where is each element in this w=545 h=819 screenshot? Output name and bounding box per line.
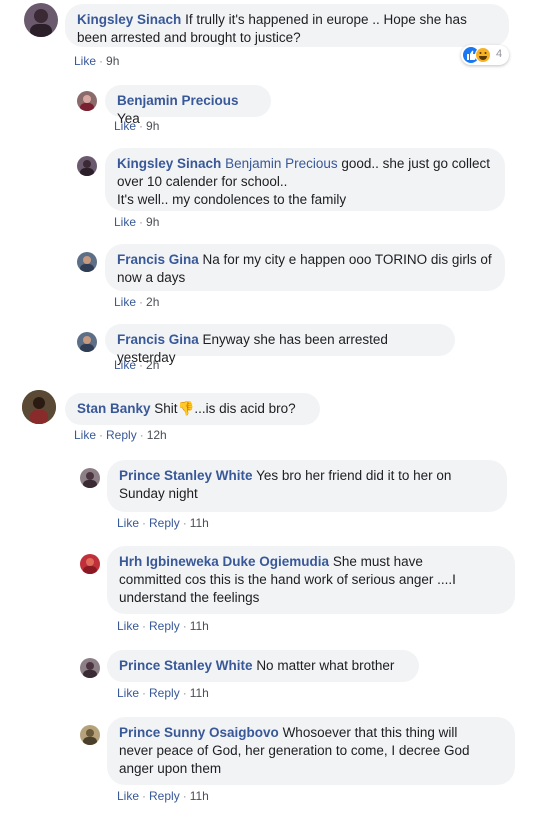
commenter-name[interactable]: Prince Sunny Osaigbovo [119, 725, 279, 740]
comment-text: over 10 calender for school.. [117, 174, 288, 189]
timestamp[interactable]: 11h [190, 516, 209, 530]
haha-icon [475, 47, 491, 63]
comment-actions: Like · Reply · 11h [117, 516, 209, 530]
comment-text: Whosoever that this thing will [282, 725, 458, 740]
avatar[interactable] [24, 3, 58, 37]
commenter-name[interactable]: Francis Gina [117, 252, 199, 267]
comment-text: committed cos this is the hand work of s… [119, 572, 456, 587]
commenter-name[interactable]: Benjamin Precious [117, 93, 239, 108]
comment-actions: Like · 9h [114, 119, 160, 133]
mention-link[interactable]: Benjamin Precious [225, 156, 338, 171]
commenter-name[interactable]: Stan Banky [77, 401, 151, 416]
avatar[interactable] [77, 91, 97, 111]
timestamp[interactable]: 12h [147, 428, 167, 442]
commenter-name[interactable]: Prince Stanley White [119, 658, 253, 673]
reply-bubble: Hrh Igbineweka Duke Ogiemudia She must h… [107, 546, 515, 614]
like-link[interactable]: Like [114, 119, 136, 133]
comment-actions: Like · Reply · 12h [74, 428, 167, 442]
reaction-summary[interactable]: 4 [461, 45, 509, 65]
timestamp[interactable]: 11h [190, 619, 209, 633]
timestamp[interactable]: 11h [190, 789, 209, 803]
comment-bubble: Kingsley Sinach If trully it's happened … [65, 4, 509, 47]
avatar[interactable] [22, 390, 56, 424]
timestamp[interactable]: 2h [146, 295, 159, 309]
like-link[interactable]: Like [74, 428, 96, 442]
comment-text: Shit [154, 401, 178, 416]
timestamp[interactable]: 9h [106, 54, 119, 68]
reply-bubble: Prince Stanley White No matter what brot… [107, 650, 419, 682]
comment-text: never peace of God, her generation to co… [119, 743, 470, 758]
like-link[interactable]: Like [114, 358, 136, 372]
comment-text: ...is dis acid bro? [194, 401, 296, 416]
comment-actions: Like · Reply · 11h [117, 619, 209, 633]
timestamp[interactable]: 9h [146, 215, 159, 229]
comment-text: She must have [332, 554, 423, 569]
commenter-name[interactable]: Prince Stanley White [119, 468, 253, 483]
avatar[interactable] [80, 468, 100, 488]
avatar[interactable] [80, 554, 100, 574]
reply-bubble: Benjamin Precious Yea [105, 85, 271, 126]
comment-text: understand the feelings [119, 590, 260, 605]
comment-bubble: Stan Banky Shit👎...is dis acid bro? [65, 393, 320, 425]
commenter-name[interactable]: Kingsley Sinach [77, 12, 181, 27]
reaction-count: 4 [496, 48, 503, 60]
comment-actions: Like · 2h [114, 295, 160, 309]
reply-link[interactable]: Reply [106, 428, 137, 442]
comment-actions: Like · 9h [74, 54, 120, 68]
thumbs-down-icon: 👎 [177, 401, 195, 416]
like-link[interactable]: Like [117, 789, 139, 803]
commenter-name[interactable]: Kingsley Sinach [117, 156, 221, 171]
like-link[interactable]: Like [114, 215, 136, 229]
comment-text: No matter what brother [256, 658, 395, 673]
commenter-name[interactable]: Hrh Igbineweka Duke Ogiemudia [119, 554, 329, 569]
reply-link[interactable]: Reply [149, 686, 180, 700]
comment-actions: Like · Reply · 11h [117, 686, 209, 700]
like-link[interactable]: Like [74, 54, 96, 68]
comment-text: anger upon them [119, 761, 222, 776]
reply-bubble: Francis Gina Na for my city e happen ooo… [105, 244, 505, 291]
avatar[interactable] [77, 332, 97, 352]
reply-link[interactable]: Reply [149, 789, 180, 803]
avatar[interactable] [77, 156, 97, 176]
comment-text: Sunday night [119, 486, 198, 501]
reply-link[interactable]: Reply [149, 516, 180, 530]
avatar[interactable] [80, 725, 100, 745]
reply-bubble: Prince Stanley White Yes bro her friend … [107, 460, 507, 512]
timestamp[interactable]: 2h [146, 358, 159, 372]
comment-actions: Like · 9h [114, 215, 160, 229]
like-link[interactable]: Like [117, 686, 139, 700]
reply-bubble: Prince Sunny Osaigbovo Whosoever that th… [107, 717, 515, 785]
timestamp[interactable]: 11h [190, 686, 209, 700]
like-link[interactable]: Like [114, 295, 136, 309]
reply-link[interactable]: Reply [149, 619, 180, 633]
comment-text: It's well.. my condolences to the family [117, 192, 347, 207]
comment-text: now a days [117, 270, 186, 285]
reply-bubble: Francis Gina Enyway she has been arreste… [105, 324, 455, 365]
comment-text: good.. she just go collect [341, 156, 490, 171]
timestamp[interactable]: 9h [146, 119, 159, 133]
reply-bubble: Kingsley Sinach Benjamin Precious good..… [105, 148, 505, 211]
avatar[interactable] [77, 252, 97, 272]
comment-text: Yes bro her friend did it to her on [256, 468, 452, 483]
comment-actions: Like · 2h [114, 358, 160, 372]
avatar[interactable] [80, 658, 100, 678]
like-link[interactable]: Like [117, 516, 139, 530]
comment-text: Na for my city e happen ooo TORINO dis g… [202, 252, 492, 267]
like-link[interactable]: Like [117, 619, 139, 633]
commenter-name[interactable]: Francis Gina [117, 332, 199, 347]
comment-actions: Like · Reply · 11h [117, 789, 209, 803]
